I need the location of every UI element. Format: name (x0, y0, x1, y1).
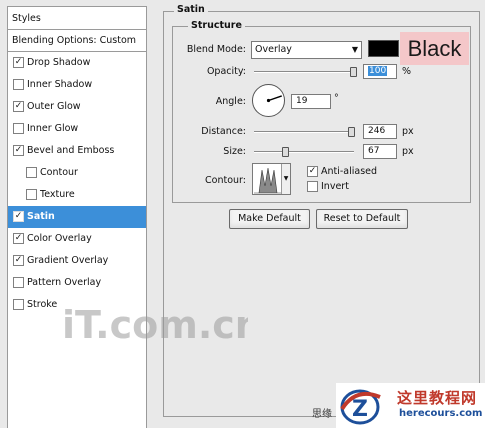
anti-aliased-checkbox[interactable]: ✓ (307, 166, 318, 177)
invert-label: Invert (321, 181, 349, 192)
distance-unit: px (402, 126, 414, 137)
style-item-label: Drop Shadow (27, 57, 91, 68)
distance-input[interactable]: 246 (363, 124, 397, 139)
style-item-checkbox[interactable]: ✓ (13, 57, 24, 68)
opacity-slider-track[interactable] (254, 71, 354, 73)
contour-picker[interactable]: ▼ (252, 163, 291, 195)
style-item-satin[interactable]: ✓ Satin (8, 206, 146, 228)
style-item-label: Inner Glow (27, 123, 79, 134)
blend-mode-value: Overlay (255, 44, 292, 55)
cn-watermark-text: 思缘 (312, 409, 332, 420)
structure-title: Structure (188, 20, 245, 31)
site-logo-icon: Z (340, 389, 381, 425)
style-item-gradient-overlay[interactable]: ✓ Gradient Overlay (8, 250, 146, 272)
distance-slider-track[interactable] (254, 131, 354, 133)
angle-label: Angle: (215, 96, 246, 107)
style-item-checkbox[interactable]: ✓ (13, 101, 24, 112)
opacity-label: Opacity: (206, 66, 246, 77)
style-item-label: Texture (40, 189, 75, 200)
satin-title: Satin (174, 4, 208, 15)
style-items-list: ✓ Drop Shadow Inner Shadow ✓ Outer Glow Inner… (8, 52, 146, 316)
itcom-watermark-text: iT.com.cn (62, 303, 248, 347)
style-item-checkbox[interactable] (13, 123, 24, 134)
make-default-button[interactable]: Make Default (229, 209, 310, 229)
angle-input[interactable]: 19 (291, 94, 331, 109)
anti-aliased-label: Anti-aliased (321, 166, 378, 177)
style-item-label: Contour (40, 167, 78, 178)
style-item-checkbox[interactable] (26, 189, 37, 200)
style-item-checkbox[interactable] (13, 79, 24, 90)
contour-curve-icon (254, 167, 281, 194)
blend-mode-select[interactable]: Overlay ▼ (251, 41, 362, 59)
style-item-checkbox[interactable]: ✓ (13, 145, 24, 156)
site-title: 这里教程网 (397, 389, 478, 407)
style-item-label: Inner Shadow (27, 79, 93, 90)
color-annotation: Black (400, 32, 469, 65)
reset-to-default-button[interactable]: Reset to Default (316, 209, 408, 229)
style-item-label: Stroke (27, 299, 58, 310)
site-url: herecours.com (399, 408, 483, 419)
size-slider-track[interactable] (254, 151, 354, 153)
style-item-texture[interactable]: Texture (8, 184, 146, 206)
style-item-label: Pattern Overlay (27, 277, 102, 288)
svg-text:Z: Z (352, 397, 368, 422)
blend-mode-label: Blend Mode: (186, 44, 246, 55)
style-item-label: Gradient Overlay (27, 255, 109, 266)
styles-header[interactable]: Styles (8, 7, 146, 30)
opacity-slider-thumb[interactable] (350, 67, 357, 77)
size-label: Size: (223, 146, 246, 157)
style-item-inner-shadow[interactable]: Inner Shadow (8, 74, 146, 96)
style-item-checkbox[interactable] (26, 167, 37, 178)
opacity-value: 100 (368, 66, 388, 76)
distance-label: Distance: (201, 126, 246, 137)
opacity-input[interactable]: 100 (363, 64, 397, 79)
style-item-label: Satin (27, 211, 55, 222)
size-input[interactable]: 67 (363, 144, 397, 159)
style-item-bevel-and-emboss[interactable]: ✓ Bevel and Emboss (8, 140, 146, 162)
size-slider-thumb[interactable] (282, 147, 289, 157)
contour-label: Contour: (205, 175, 246, 186)
style-item-label: Outer Glow (27, 101, 81, 112)
color-swatch[interactable] (368, 40, 399, 57)
angle-dial[interactable] (251, 83, 286, 118)
size-unit: px (402, 146, 414, 157)
style-item-contour[interactable]: Contour (8, 162, 146, 184)
itcom-watermark-logo: iT.com.cn (62, 303, 248, 347)
style-item-outer-glow[interactable]: ✓ Outer Glow (8, 96, 146, 118)
style-item-checkbox[interactable]: ✓ (13, 233, 24, 244)
style-item-label: Color Overlay (27, 233, 92, 244)
style-item-color-overlay[interactable]: ✓ Color Overlay (8, 228, 146, 250)
distance-slider-thumb[interactable] (348, 127, 356, 137)
style-item-inner-glow[interactable]: Inner Glow (8, 118, 146, 140)
angle-unit: ° (334, 93, 339, 104)
opacity-unit: % (402, 66, 412, 77)
style-item-drop-shadow[interactable]: ✓ Drop Shadow (8, 52, 146, 74)
blending-options-item[interactable]: Blending Options: Custom (8, 30, 146, 52)
check-icon: ✓ (308, 166, 317, 176)
style-item-checkbox[interactable] (13, 299, 24, 310)
style-item-label: Bevel and Emboss (27, 145, 115, 156)
invert-checkbox[interactable] (307, 181, 318, 192)
style-item-pattern-overlay[interactable]: Pattern Overlay (8, 272, 146, 294)
style-item-checkbox[interactable]: ✓ (13, 211, 24, 222)
style-item-checkbox[interactable]: ✓ (13, 255, 24, 266)
chevron-down-icon[interactable]: ▼ (281, 164, 290, 194)
styles-list-panel: Styles Blending Options: Custom ✓ Drop Sh… (7, 6, 147, 428)
chevron-down-icon: ▼ (351, 45, 358, 54)
style-item-checkbox[interactable] (13, 277, 24, 288)
